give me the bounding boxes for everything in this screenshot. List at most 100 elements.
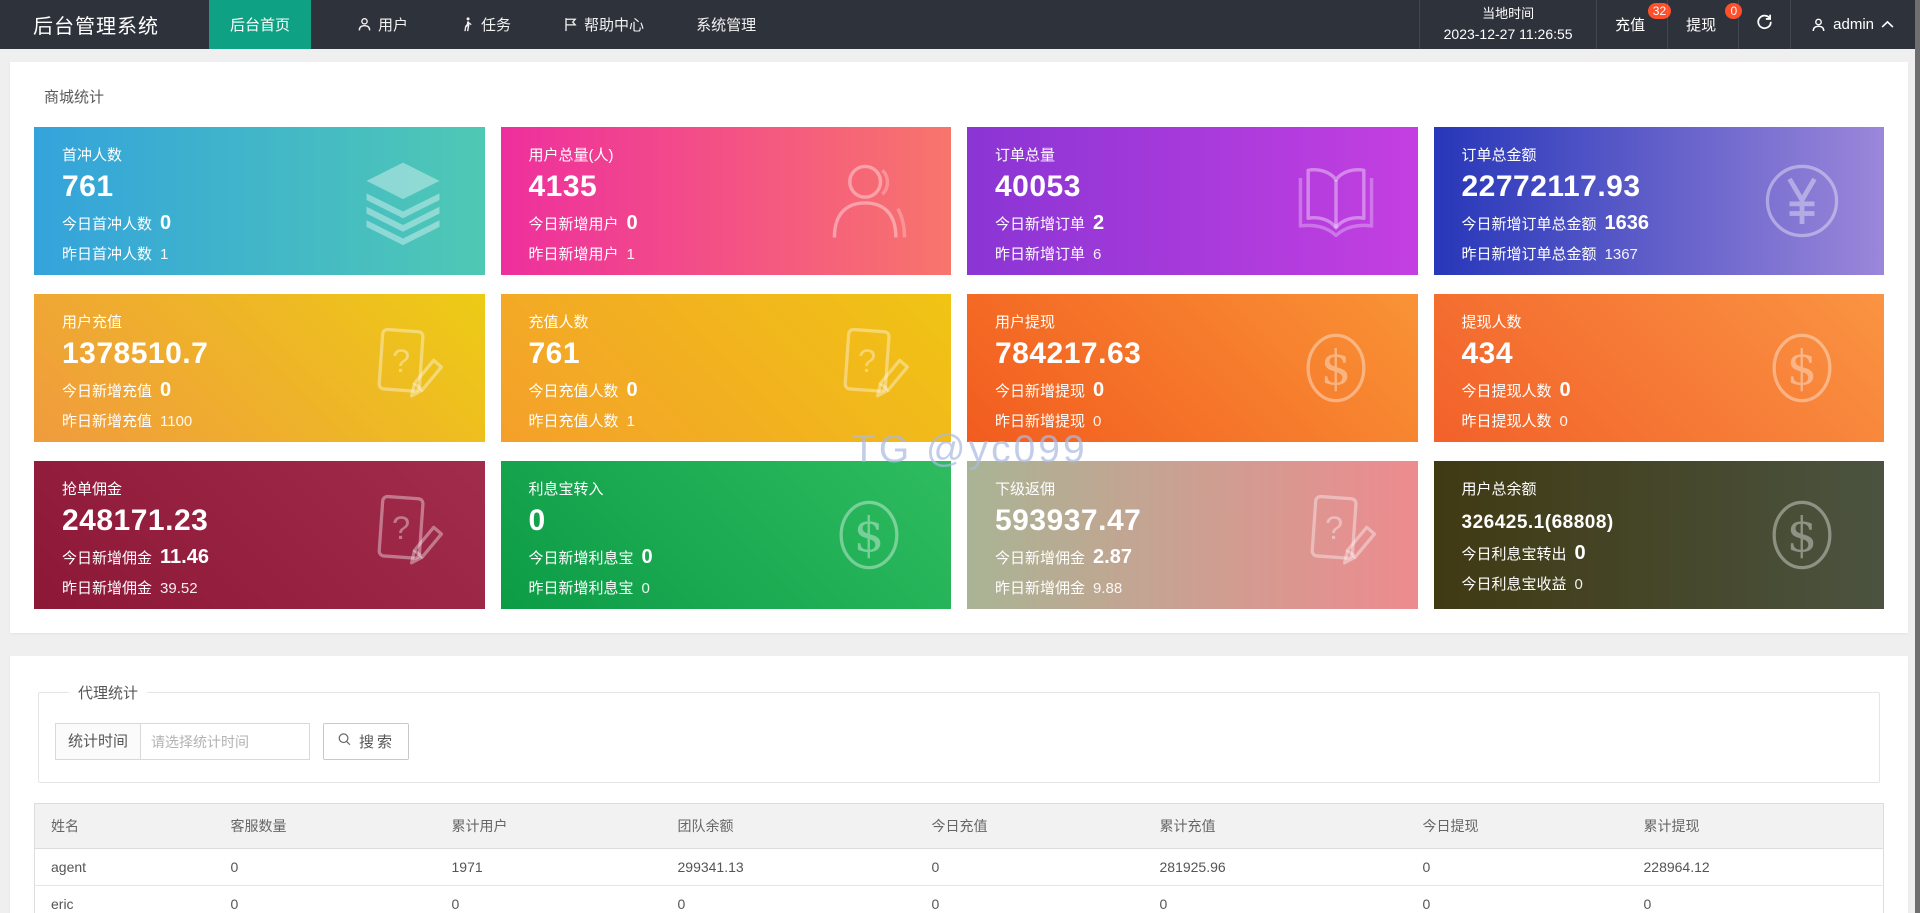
card-yesterday-label: 昨日新增提现: [995, 413, 1086, 430]
column-header: 累计充值: [1143, 803, 1407, 849]
stat-card: 用户提现 784217.63 今日新增提现 0 昨日新增提现 0 $: [967, 294, 1418, 442]
agent-fieldset: 代理统计 统计时间 搜索: [38, 682, 1880, 783]
table-row: eric 0 0 0 0 0 0 0: [34, 885, 1884, 913]
recharge-button[interactable]: 充值 32: [1597, 0, 1672, 49]
card-yesterday-label: 今日利息宝收益: [1461, 576, 1567, 593]
table-cell: 0: [1143, 885, 1407, 913]
nav-item-help[interactable]: 帮助中心: [557, 0, 650, 49]
doc-icon: ?: [821, 320, 917, 416]
card-yesterday-label: 昨日新增充值: [62, 413, 153, 430]
card-today-label: 今日新增利息宝: [528, 550, 634, 567]
card-today-label: 今日新增订单总金额: [1461, 216, 1597, 233]
card-yesterday-value: 1100: [160, 413, 193, 430]
table-cell: 0: [214, 848, 436, 886]
stat-card: 抢单佣金 248171.23 今日新增佣金 11.46 昨日新增佣金 39.52 ?: [34, 461, 485, 609]
card-yesterday-label: 昨日提现人数: [1461, 413, 1552, 430]
table-cell: 0: [915, 848, 1144, 886]
card-today-label: 今日首冲人数: [62, 216, 153, 233]
search-icon: [337, 732, 352, 751]
doc-icon: ?: [355, 487, 451, 583]
card-today-value: 1636: [1604, 212, 1650, 234]
card-yesterday-label: 昨日首冲人数: [62, 246, 153, 263]
agent-section-title: 代理统计: [78, 685, 139, 702]
table-header-row: 姓名 客服数量 累计用户 团队余额 今日充值 累计充值 今日提现 累计提现: [34, 803, 1884, 849]
card-yesterday-value: 0: [641, 580, 650, 597]
column-header: 累计用户: [435, 803, 662, 849]
nav-item-home[interactable]: 后台首页: [209, 0, 312, 49]
card-yesterday-value: 1: [160, 246, 169, 263]
table-cell: 0: [435, 885, 662, 913]
refresh-icon: [1756, 13, 1773, 36]
withdraw-button[interactable]: 提现 0: [1667, 0, 1743, 49]
svg-text:?: ?: [392, 342, 410, 379]
column-header: 团队余额: [661, 803, 916, 849]
search-button-label: 搜索: [359, 734, 396, 751]
main-nav: 后台首页 用户 任务 帮助中心 系统管理: [209, 0, 762, 49]
card-yesterday-label: 昨日新增佣金: [62, 580, 153, 597]
table-cell: 0: [915, 885, 1144, 913]
card-yesterday-label: 昨日新增订单: [995, 246, 1086, 263]
card-today-value: 2: [1093, 212, 1105, 234]
card-today-label: 今日新增订单: [995, 216, 1086, 233]
card-yesterday-value: 0: [1574, 576, 1583, 593]
card-yesterday-label: 昨日新增用户: [528, 246, 619, 263]
column-header: 今日提现: [1406, 803, 1628, 849]
card-yesterday-value: 1367: [1604, 246, 1638, 263]
local-time-label: 当地时间: [1482, 6, 1535, 22]
recharge-label: 充值: [1615, 17, 1646, 34]
stat-card: 用户总余额 326425.1(68808) 今日利息宝转出 0 今日利息宝收益 0 …: [1433, 461, 1884, 609]
card-today-value: 0: [641, 546, 653, 568]
table-cell: 299341.13: [661, 848, 916, 886]
stat-card: 用户充值 1378510.7 今日新增充值 0 昨日新增充值 1100 ?: [34, 294, 485, 442]
card-yesterday-value: 1: [626, 246, 635, 263]
svg-text:?: ?: [392, 509, 410, 546]
topbar-right: 当地时间 2023-12-27 11:26:55 充值 32 提现 0 admi…: [1419, 0, 1920, 49]
nav-item-label: 后台首页: [230, 17, 291, 34]
card-today-label: 今日充值人数: [528, 383, 619, 400]
scrollbar-thumb[interactable]: [1915, 0, 1920, 913]
table-cell: agent: [34, 848, 215, 886]
card-today-label: 今日新增提现: [995, 383, 1086, 400]
stat-card: 充值人数 761 今日充值人数 0 昨日充值人数 1 ?: [500, 294, 951, 442]
stats-cards-grid: 首冲人数 761 今日首冲人数 0 昨日首冲人数 1 用户总量(人) 4135 今日…: [34, 127, 1884, 609]
search-button[interactable]: 搜索: [323, 723, 410, 760]
stat-card: 利息宝转入 0 今日新增利息宝 0 昨日新增利息宝 0 $: [500, 461, 951, 609]
agent-panel: 代理统计 统计时间 搜索 姓名客服数量累计用户团队余额今日充值累计充值今日提现累…: [10, 656, 1908, 913]
card-yesterday-value: 0: [1559, 413, 1568, 430]
table-cell: 0: [661, 885, 916, 913]
column-header: 姓名: [34, 803, 215, 849]
card-yesterday-label: 昨日充值人数: [528, 413, 619, 430]
nav-item-label: 任务: [481, 17, 512, 34]
card-today-value: 0: [160, 212, 172, 234]
table-cell: eric: [34, 885, 215, 913]
stat-card: 首冲人数 761 今日首冲人数 0 昨日首冲人数 1: [34, 127, 485, 275]
nav-item-system[interactable]: 系统管理: [690, 0, 762, 49]
card-yesterday-value: 1: [626, 413, 635, 430]
agent-filter-row: 统计时间 搜索: [55, 723, 1863, 760]
card-today-value: 2.87: [1093, 546, 1132, 568]
card-yesterday-label: 昨日新增订单总金额: [1461, 246, 1597, 263]
layers-icon: [355, 153, 451, 249]
refresh-button[interactable]: [1738, 0, 1790, 49]
nav-item-tasks[interactable]: 任务: [454, 0, 517, 49]
stats-section-title: 商城统计: [44, 89, 105, 106]
agent-table: 姓名 客服数量 累计用户 团队余额 今日充值 累计充值 今日提现 累计提现 agent 0 197…: [34, 803, 1884, 913]
table-cell: 281925.96: [1143, 848, 1407, 886]
table-cell: 228964.12: [1627, 848, 1884, 886]
doc-icon: ?: [355, 320, 451, 416]
nav-item-users[interactable]: 用户: [351, 0, 414, 49]
local-time-value: 2023-12-27 11:26:55: [1443, 25, 1573, 42]
card-today-value: 0: [160, 379, 172, 401]
stat-card: 订单总量 40053 今日新增订单 2 昨日新增订单 6: [967, 127, 1418, 275]
nav-item-label: 系统管理: [696, 17, 757, 34]
dollar-icon: $: [1754, 487, 1850, 583]
stat-card: 订单总金额 22772117.93 今日新增订单总金额 1636 昨日新增订单总金…: [1433, 127, 1884, 275]
card-today-label: 今日新增佣金: [995, 550, 1086, 567]
stat-time-input[interactable]: [140, 723, 311, 760]
card-today-value: 0: [1559, 379, 1571, 401]
chevron-up-icon: [1881, 20, 1894, 29]
card-today-value: 0: [1093, 379, 1105, 401]
card-today-label: 今日提现人数: [1461, 383, 1552, 400]
user-menu[interactable]: admin: [1790, 0, 1920, 49]
card-yesterday-value: 9.88: [1093, 580, 1123, 597]
